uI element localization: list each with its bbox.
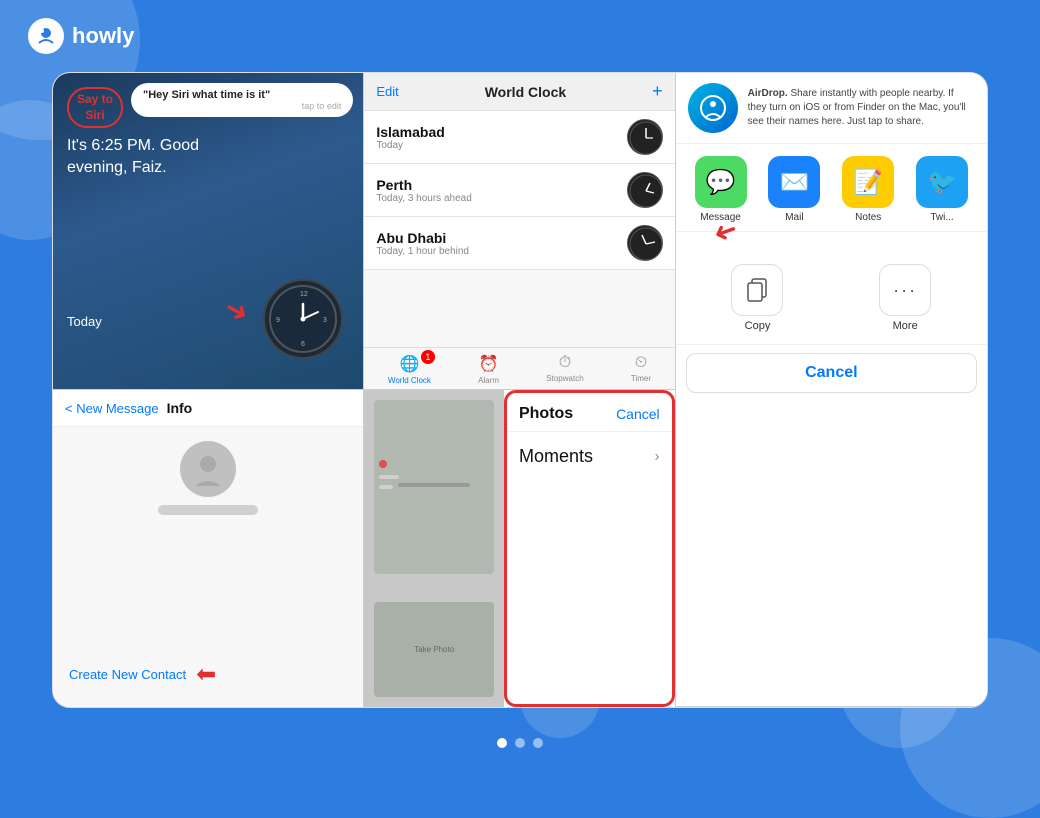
brand-name: howly (72, 23, 134, 49)
photos-preview-area: Take Photo (364, 390, 504, 707)
wc-add-button[interactable]: + (652, 81, 663, 102)
photos-header-row: Photos Cancel (507, 393, 672, 432)
photos-moments-row[interactable]: Moments › (507, 432, 672, 481)
wc-header: Edit World Clock + (364, 73, 674, 111)
wc-item-abudhabi: Abu Dhabi Today, 1 hour behind (364, 217, 674, 270)
airdrop-section: AirDrop. Share instantly with people nea… (676, 73, 987, 144)
create-new-contact-button[interactable]: Create New Contact ⬅ (69, 660, 216, 689)
photos-title: Photos (519, 405, 573, 423)
share-app-notes-label: Notes (855, 212, 881, 223)
siri-tap-edit: tap to edit (143, 101, 341, 111)
share-action-copy[interactable]: Copy (731, 264, 783, 332)
wc-badge: 1 (421, 350, 435, 364)
photos-menu: Photos Cancel Moments › (504, 390, 675, 707)
contact-header-title: Info (167, 400, 193, 416)
wc-tab-label: Stopwatch (546, 374, 583, 383)
share-cancel-button[interactable]: Cancel (686, 353, 977, 393)
dot-2 (515, 738, 525, 748)
wc-footer: 🌐 World Clock 1 ⏰ Alarm ⏱ Stopwatch ⏲ Ti… (364, 347, 674, 389)
chevron-right-icon: › (654, 448, 659, 466)
share-apps-row: 💬 Message ✉️ Mail 📝 Notes 🐦 Twi... ➜ (676, 144, 987, 232)
wc-time-info: Today, 1 hour behind (376, 246, 469, 257)
svg-text:9: 9 (276, 317, 280, 324)
contact-header: < New Message Info (53, 390, 363, 427)
share-app-message[interactable]: 💬 Message (695, 156, 747, 223)
wc-time-info: Today, 3 hours ahead (376, 193, 471, 204)
svg-text:12: 12 (300, 291, 308, 298)
wc-tab-worldclock[interactable]: 🌐 World Clock 1 (388, 354, 431, 385)
copy-action-label: Copy (745, 320, 771, 332)
panel-worldclock: Edit World Clock + Islamabad Today Perth… (364, 73, 675, 390)
photos-cancel-button[interactable]: Cancel (616, 406, 660, 422)
siri-response-line1: It's 6:25 PM. Good (67, 135, 199, 157)
logo-icon (28, 18, 64, 54)
panel-contact: < New Message Info Create New Contact ⬅ (53, 390, 364, 707)
share-app-twitter[interactable]: 🐦 Twi... (916, 156, 968, 223)
wc-tab-label: Alarm (478, 376, 499, 385)
wc-clock-mini (627, 225, 663, 261)
wc-item-islamabad: Islamabad Today (364, 111, 674, 164)
share-app-notes[interactable]: 📝 Notes (842, 156, 894, 223)
share-app-mail-label: Mail (785, 212, 803, 223)
panel-photos: Take Photo Photos Cancel Moments › (364, 390, 675, 707)
siri-today: Today (67, 314, 102, 329)
copy-action-icon (731, 264, 783, 316)
wc-tab-alarm[interactable]: ⏰ Alarm (478, 354, 499, 385)
share-actions-row: Copy ··· More (676, 252, 987, 345)
message-app-icon: 💬 (695, 156, 747, 208)
contact-avatar-section (53, 427, 363, 523)
panel-siri: Say to Siri "Hey Siri what time is it" t… (53, 73, 364, 390)
contact-avatar (180, 441, 236, 497)
share-action-more[interactable]: ··· More (879, 264, 931, 332)
wc-clock-mini (627, 172, 663, 208)
wc-tab-label: World Clock (388, 376, 431, 385)
wc-city-name: Islamabad (376, 124, 444, 140)
main-card: Say to Siri "Hey Siri what time is it" t… (52, 72, 988, 708)
share-app-twitter-label: Twi... (930, 212, 953, 223)
arrow-to-clock: ➜ (218, 290, 255, 330)
more-action-icon: ··· (879, 264, 931, 316)
wc-city-name: Perth (376, 177, 471, 193)
alarm-icon: ⏰ (479, 354, 499, 374)
twitter-app-icon: 🐦 (916, 156, 968, 208)
worldclock-icon: 🌐 (399, 354, 419, 374)
wc-title: World Clock (485, 84, 566, 100)
wc-tab-label: Timer (631, 374, 651, 383)
photos-moments-label: Moments (519, 446, 593, 467)
create-contact-label: Create New Contact (69, 667, 186, 682)
airdrop-description: AirDrop. Share instantly with people nea… (748, 87, 975, 129)
contact-name-placeholder (158, 505, 258, 515)
more-action-label: More (893, 320, 918, 332)
wc-clock-mini (627, 119, 663, 155)
wc-tab-stopwatch[interactable]: ⏱ Stopwatch (546, 354, 583, 385)
siri-prompt-text: "Hey Siri what time is it" (143, 89, 341, 101)
siri-response: It's 6:25 PM. Good evening, Faiz. (67, 135, 199, 180)
wc-item-perth: Perth Today, 3 hours ahead (364, 164, 674, 217)
siri-response-line2: evening, Faiz. (67, 157, 199, 179)
wc-tab-timer[interactable]: ⏲ Timer (631, 354, 651, 385)
timer-icon: ⏲ (635, 354, 647, 372)
more-dots: ··· (893, 280, 917, 301)
svg-text:3: 3 (323, 317, 327, 324)
wc-edit-button[interactable]: Edit (376, 84, 398, 99)
mail-app-icon: ✉️ (768, 156, 820, 208)
airdrop-icon (688, 83, 738, 133)
siri-prompt-box: "Hey Siri what time is it" tap to edit (131, 83, 353, 117)
contact-back-button[interactable]: < New Message (65, 401, 159, 416)
say-to-siri-label: Say to Siri (67, 87, 123, 128)
stopwatch-icon: ⏱ (559, 354, 571, 372)
header: howly (28, 18, 134, 54)
wc-city-name: Abu Dhabi (376, 230, 469, 246)
clock-face: 12 3 6 9 (263, 279, 343, 359)
dot-3 (533, 738, 543, 748)
arrow-to-create-contact: ⬅ (196, 660, 216, 689)
share-app-mail[interactable]: ✉️ Mail (768, 156, 820, 223)
page-dots (497, 738, 543, 748)
svg-text:6: 6 (301, 341, 305, 348)
panel-share: AirDrop. Share instantly with people nea… (676, 73, 987, 707)
notes-app-icon: 📝 (842, 156, 894, 208)
dot-1 (497, 738, 507, 748)
wc-time-info: Today (376, 140, 444, 151)
